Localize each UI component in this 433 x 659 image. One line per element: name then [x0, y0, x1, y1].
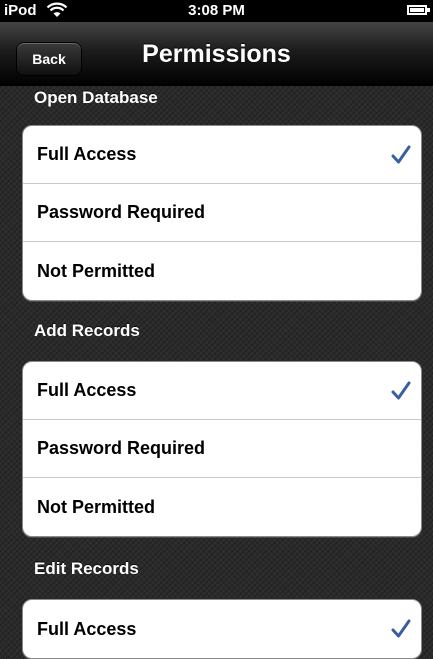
option-label: Password Required — [37, 438, 206, 458]
option-full-access[interactable]: Full Access — [23, 126, 421, 184]
navigation-bar: Back Permissions — [0, 22, 433, 86]
option-full-access[interactable]: Full Access — [23, 362, 421, 420]
option-password-required[interactable]: Password Required — [23, 184, 421, 242]
option-label: Full Access — [37, 618, 137, 639]
option-not-permitted[interactable]: Not Permitted — [23, 242, 421, 300]
page-title: Permissions — [142, 40, 291, 68]
checkmark-icon — [391, 145, 411, 163]
section-group-add-records: Full Access Password Required Not Permit… — [22, 361, 422, 537]
status-bar: iPod 3:08 PM — [0, 0, 433, 22]
section-header-open-database: Open Database — [34, 88, 158, 107]
status-time: 3:08 PM — [188, 2, 245, 19]
checkmark-icon — [391, 619, 411, 638]
checkmark-icon — [391, 381, 411, 399]
permissions-list[interactable]: Open Database Full Access Password Requi… — [0, 86, 433, 659]
section-group-open-database: Full Access Password Required Not Permit… — [22, 125, 422, 301]
option-label: Full Access — [37, 380, 137, 400]
section-group-edit-records: Full Access — [22, 599, 422, 659]
option-label: Password Required — [37, 202, 206, 222]
section-header-add-records: Add Records — [34, 321, 140, 340]
option-full-access[interactable]: Full Access — [23, 600, 421, 658]
option-label: Full Access — [37, 144, 137, 164]
option-label: Not Permitted — [37, 496, 156, 517]
section-header-edit-records: Edit Records — [34, 559, 139, 578]
battery-icon — [407, 5, 430, 15]
option-password-required[interactable]: Password Required — [23, 420, 421, 478]
option-label: Not Permitted — [37, 260, 156, 281]
option-not-permitted[interactable]: Not Permitted — [23, 478, 421, 536]
